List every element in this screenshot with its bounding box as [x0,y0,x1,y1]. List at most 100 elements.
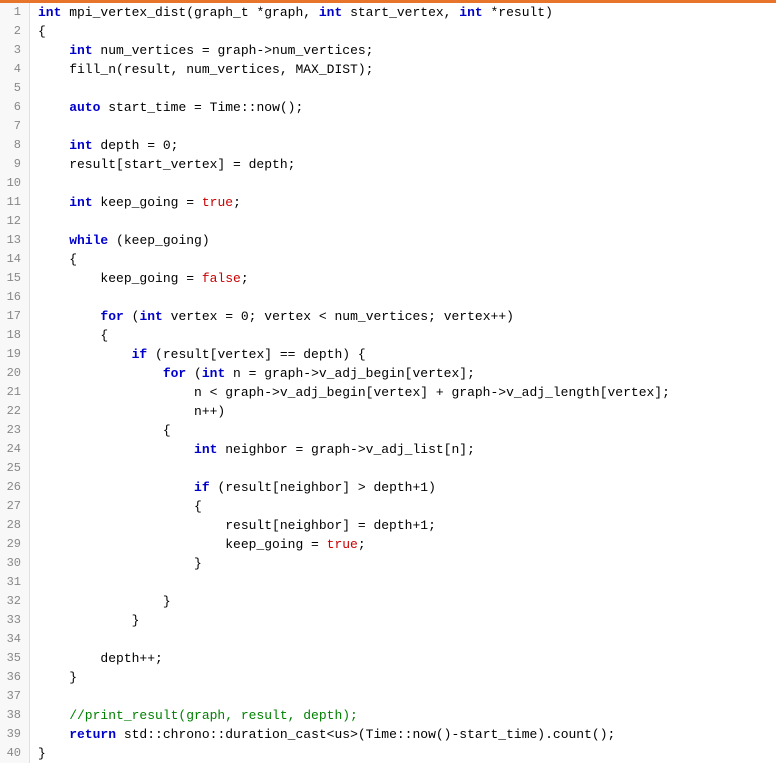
line-number: 33 [0,611,30,630]
code-line: 21 n < graph->v_adj_begin[vertex] + grap… [0,383,776,402]
line-content: int keep_going = true; [30,193,776,212]
line-content: for (int vertex = 0; vertex < num_vertic… [30,307,776,326]
line-number: 14 [0,250,30,269]
code-line: 12 [0,212,776,231]
line-number: 20 [0,364,30,383]
line-content: keep_going = false; [30,269,776,288]
line-content: { [30,421,776,440]
code-line: 24 int neighbor = graph->v_adj_list[n]; [0,440,776,459]
line-content: if (result[neighbor] > depth+1) [30,478,776,497]
line-number: 29 [0,535,30,554]
code-line: 3 int num_vertices = graph->num_vertices… [0,41,776,60]
line-number: 25 [0,459,30,478]
code-line: 39 return std::chrono::duration_cast<us>… [0,725,776,744]
line-number: 4 [0,60,30,79]
code-line: 14 { [0,250,776,269]
line-number: 22 [0,402,30,421]
line-number: 23 [0,421,30,440]
line-content: while (keep_going) [30,231,776,250]
line-number: 7 [0,117,30,136]
code-line: 36 } [0,668,776,687]
line-content: if (result[vertex] == depth) { [30,345,776,364]
code-line: 6 auto start_time = Time::now(); [0,98,776,117]
code-line: 19 if (result[vertex] == depth) { [0,345,776,364]
line-content: keep_going = true; [30,535,776,554]
line-number: 19 [0,345,30,364]
code-line: 20 for (int n = graph->v_adj_begin[verte… [0,364,776,383]
line-content: depth++; [30,649,776,668]
line-content: } [30,592,776,611]
code-line: 17 for (int vertex = 0; vertex < num_ver… [0,307,776,326]
line-number: 37 [0,687,30,706]
line-number: 36 [0,668,30,687]
line-number: 31 [0,573,30,592]
code-line: 28 result[neighbor] = depth+1; [0,516,776,535]
line-number: 16 [0,288,30,307]
code-line: 37 [0,687,776,706]
line-number: 35 [0,649,30,668]
code-line: 31 [0,573,776,592]
line-number: 18 [0,326,30,345]
code-line: 2{ [0,22,776,41]
line-number: 28 [0,516,30,535]
code-line: 8 int depth = 0; [0,136,776,155]
code-line: 15 keep_going = false; [0,269,776,288]
line-content: for (int n = graph->v_adj_begin[vertex]; [30,364,776,383]
line-content: n++) [30,402,776,421]
line-number: 17 [0,307,30,326]
code-line: 40} [0,744,776,763]
line-number: 32 [0,592,30,611]
code-line: 34 [0,630,776,649]
line-content: { [30,22,776,41]
code-line: 32 } [0,592,776,611]
line-number: 2 [0,22,30,41]
line-content: result[neighbor] = depth+1; [30,516,776,535]
line-number: 12 [0,212,30,231]
code-line: 1int mpi_vertex_dist(graph_t *graph, int… [0,3,776,22]
code-editor: 1int mpi_vertex_dist(graph_t *graph, int… [0,0,776,763]
line-number: 10 [0,174,30,193]
code-line: 4 fill_n(result, num_vertices, MAX_DIST)… [0,60,776,79]
line-content: { [30,497,776,516]
code-line: 29 keep_going = true; [0,535,776,554]
line-content: int depth = 0; [30,136,776,155]
code-line: 18 { [0,326,776,345]
code-line: 7 [0,117,776,136]
line-content: } [30,611,776,630]
line-number: 38 [0,706,30,725]
line-content: fill_n(result, num_vertices, MAX_DIST); [30,60,776,79]
line-content: //print_result(graph, result, depth); [30,706,776,725]
line-content: int neighbor = graph->v_adj_list[n]; [30,440,776,459]
code-line: 33 } [0,611,776,630]
code-line: 16 [0,288,776,307]
line-content: { [30,326,776,345]
line-number: 9 [0,155,30,174]
line-number: 21 [0,383,30,402]
code-line: 9 result[start_vertex] = depth; [0,155,776,174]
code-line: 10 [0,174,776,193]
line-number: 40 [0,744,30,763]
line-content: } [30,668,776,687]
code-line: 38 //print_result(graph, result, depth); [0,706,776,725]
line-number: 1 [0,3,30,22]
line-number: 30 [0,554,30,573]
line-content: int num_vertices = graph->num_vertices; [30,41,776,60]
line-content: { [30,250,776,269]
line-number: 15 [0,269,30,288]
line-number: 27 [0,497,30,516]
code-line: 30 } [0,554,776,573]
code-line: 25 [0,459,776,478]
line-content: return std::chrono::duration_cast<us>(Ti… [30,725,776,744]
line-number: 13 [0,231,30,250]
line-content: result[start_vertex] = depth; [30,155,776,174]
code-line: 22 n++) [0,402,776,421]
line-content: auto start_time = Time::now(); [30,98,776,117]
code-line: 35 depth++; [0,649,776,668]
line-number: 5 [0,79,30,98]
line-number: 8 [0,136,30,155]
line-number: 6 [0,98,30,117]
code-line: 13 while (keep_going) [0,231,776,250]
line-number: 39 [0,725,30,744]
code-line: 5 [0,79,776,98]
line-content: n < graph->v_adj_begin[vertex] + graph->… [30,383,776,402]
